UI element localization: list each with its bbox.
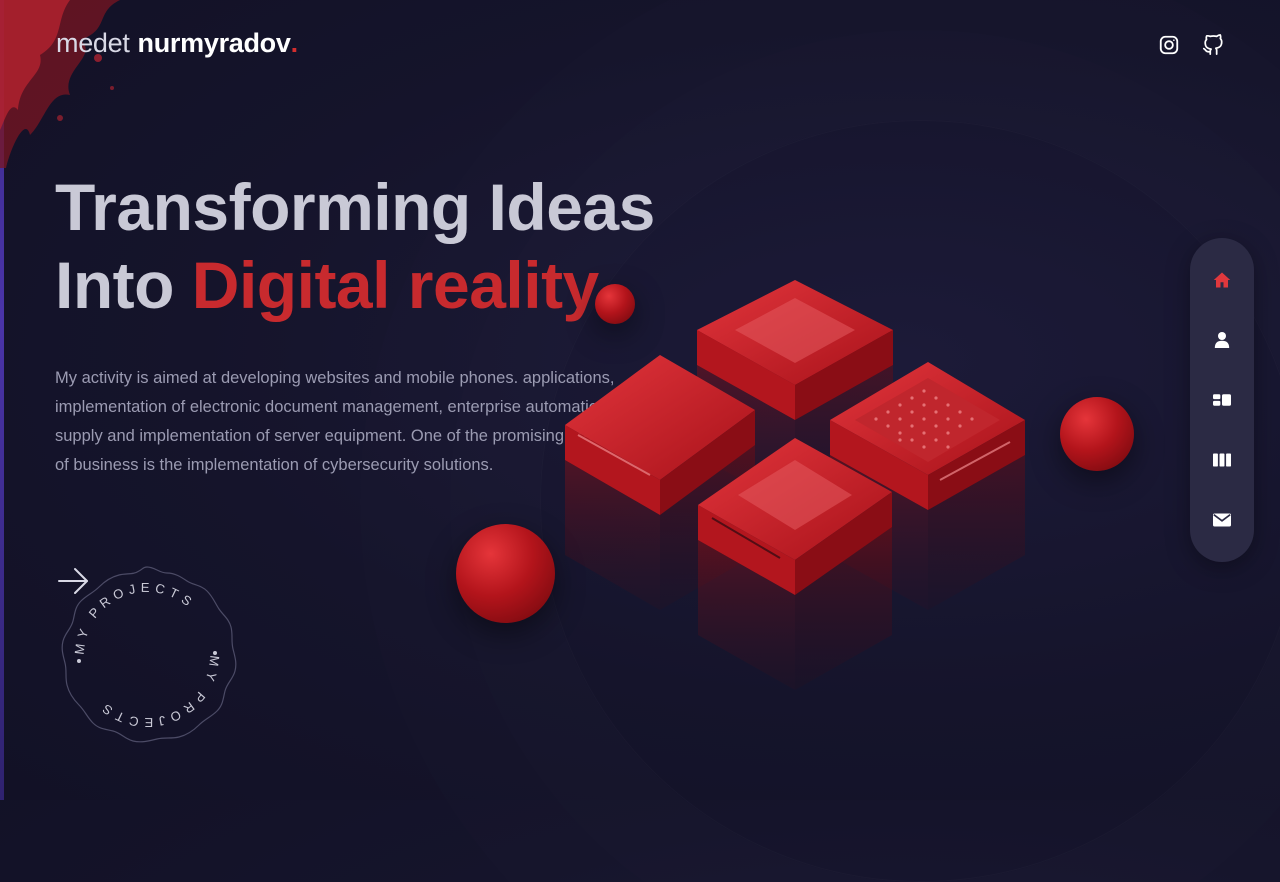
instagram-icon [1159, 35, 1179, 55]
nav-portfolio[interactable] [1210, 448, 1234, 472]
home-icon [1213, 272, 1231, 288]
server-blocks-graphic [565, 280, 1025, 690]
logo-dot: . [290, 28, 299, 58]
decor-sphere-right [1060, 397, 1134, 471]
badge-text-bottom: MY PROJECTS [96, 655, 218, 730]
nav-home[interactable] [1210, 268, 1234, 292]
nav-services[interactable] [1210, 388, 1234, 412]
logo-first-name: medet [56, 28, 130, 58]
services-icon [1213, 394, 1231, 406]
hero-title-line2-plain: Into [55, 248, 174, 322]
site-logo[interactable]: medet nurmyradov . [56, 28, 298, 59]
my-projects-badge[interactable]: MY PROJECTS MY PROJECTS [55, 563, 239, 747]
nav-contact[interactable] [1210, 508, 1234, 532]
github-icon [1202, 34, 1223, 56]
github-link[interactable] [1200, 32, 1226, 58]
mail-icon [1213, 513, 1231, 527]
user-icon [1214, 332, 1230, 348]
paint-splash-decoration [0, 0, 120, 168]
svg-text:MY PROJECTS: MY PROJECTS [96, 655, 223, 730]
badge-dot-left [77, 659, 81, 663]
left-edge-accent [0, 0, 4, 800]
decor-sphere-small [595, 284, 635, 324]
decor-sphere-left [456, 524, 555, 623]
nav-about[interactable] [1210, 328, 1234, 352]
side-navigation [1190, 238, 1254, 562]
logo-last-name: nurmyradov [137, 28, 291, 58]
portfolio-icon [1213, 453, 1231, 467]
server-blocks-illustration [450, 270, 1150, 710]
hero-title-line1: Transforming Ideas [55, 170, 655, 244]
arrow-right-icon [58, 568, 88, 594]
instagram-link[interactable] [1156, 32, 1182, 58]
badge-dot-right [213, 651, 217, 655]
